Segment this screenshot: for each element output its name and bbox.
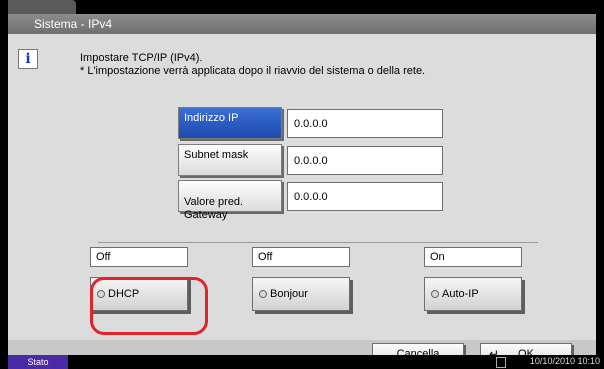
page-title: Sistema - IPv4 <box>8 14 596 34</box>
settings-screen: Sistema - IPv4 i Impostare TCP/IP (IPv4)… <box>8 0 596 369</box>
subnet-mask-field[interactable]: 0.0.0.0 <box>287 146 443 175</box>
ip-address-button[interactable]: Indirizzo IP <box>178 107 282 139</box>
auto-ip-button[interactable]: Auto-IP <box>424 277 522 311</box>
default-gateway-label: Valore pred. Gateway <box>184 196 244 221</box>
default-gateway-button[interactable]: Valore pred. Gateway <box>178 180 282 221</box>
info-message: Impostare TCP/IP (IPv4). * L'impostazion… <box>80 52 425 78</box>
ip-address-field[interactable]: 0.0.0.0 <box>287 109 443 138</box>
radio-dot-icon <box>431 290 439 299</box>
bonjour-status: Off <box>252 247 350 267</box>
auto-ip-status: On <box>424 247 522 267</box>
info-line-1: Impostare TCP/IP (IPv4). <box>80 52 203 64</box>
bonjour-label: Bonjour <box>270 288 308 300</box>
ip-address-value: 0.0.0.0 <box>294 118 328 130</box>
info-line-2: * L'impostazione verrà applicata dopo il… <box>80 65 426 77</box>
status-datetime: 10/10/2010 10:10 <box>529 356 600 366</box>
highlight-circle <box>90 277 208 335</box>
status-strip: Stato 10/10/2010 10:10 <box>0 355 604 369</box>
subnet-mask-value: 0.0.0.0 <box>294 155 328 167</box>
ip-address-label: Indirizzo IP <box>184 112 239 124</box>
bonjour-button[interactable]: Bonjour <box>252 277 350 311</box>
auto-ip-label: Auto-IP <box>442 288 479 300</box>
subnet-mask-button[interactable]: Subnet mask <box>178 144 282 176</box>
subnet-mask-label: Subnet mask <box>184 149 249 161</box>
default-gateway-field[interactable]: 0.0.0.0 <box>287 182 443 211</box>
default-gateway-value: 0.0.0.0 <box>294 191 328 203</box>
info-icon: i <box>18 49 38 69</box>
status-button[interactable]: Stato <box>8 355 68 369</box>
divider <box>98 242 538 243</box>
title-tab <box>8 0 76 14</box>
memory-icon <box>496 357 506 368</box>
dhcp-status: Off <box>90 247 188 267</box>
radio-dot-icon <box>259 290 267 299</box>
